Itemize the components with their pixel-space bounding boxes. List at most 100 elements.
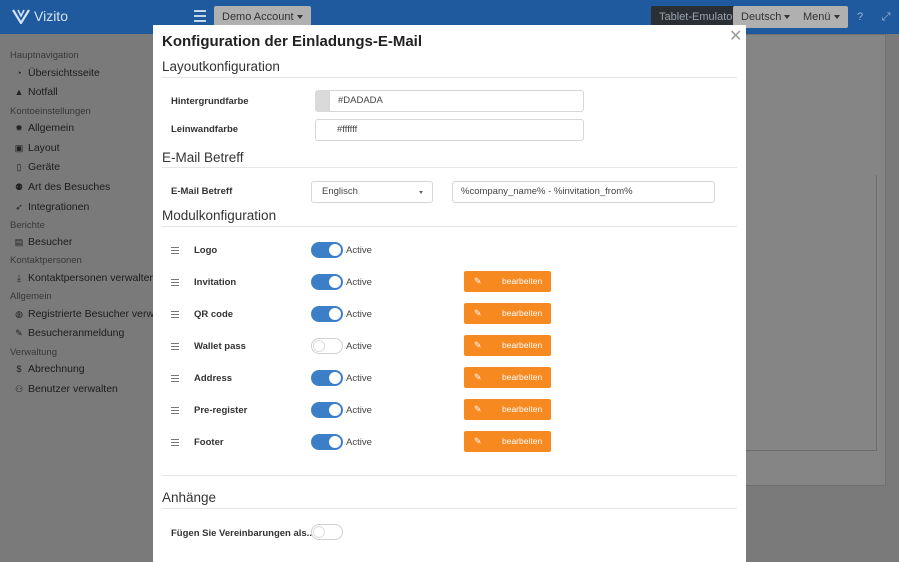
sidebar-item-label: Abrechnung [28, 363, 85, 375]
module-toggle-pre-register[interactable] [311, 402, 343, 418]
edit-button-invitation[interactable]: ✎ bearbeiten [464, 271, 551, 292]
module-status: Active [346, 277, 372, 288]
edit-button-label: bearbeiten [502, 340, 543, 350]
rocket-icon: ➶ [15, 202, 23, 212]
canvas-color-swatch[interactable] [315, 119, 329, 141]
menu-dropdown[interactable]: Menü [795, 6, 848, 28]
sidebar-item-label: Geräte [28, 161, 61, 173]
dashboard-icon: ◔ [16, 68, 22, 78]
sidebar-item-integrations[interactable]: ➶ Integrationen [14, 201, 89, 213]
module-name: QR code [194, 309, 234, 320]
edit-button-pre-register[interactable]: ✎ bearbeiten [464, 399, 551, 420]
modules-section-heading: Modulkonfiguration [162, 208, 277, 223]
edit-button-label: bearbeiten [502, 372, 543, 382]
module-toggle-address[interactable] [311, 370, 343, 386]
sidebar-item-overview[interactable]: ◔ Übersichtsseite [14, 67, 100, 79]
edit-icon: ✎ [474, 308, 482, 318]
pencil-icon: ✎ [15, 328, 23, 338]
module-status: Active [346, 309, 372, 320]
logo-text: Vizito [34, 8, 68, 24]
warning-icon: ▲ [14, 87, 24, 97]
divider [162, 508, 737, 509]
drag-handle-icon[interactable] [171, 279, 179, 286]
edit-icon: ✎ [474, 276, 482, 286]
background-color-label: Hintergrundfarbe [171, 96, 249, 107]
module-name: Pre-register [194, 405, 248, 416]
user-plus-icon: ⚇ [14, 384, 24, 394]
caret-down-icon [784, 15, 791, 20]
module-toggle-wallet-pass[interactable] [311, 338, 343, 354]
app-logo[interactable]: Vizito [12, 8, 68, 24]
modal-title: Konfiguration der Einladungs-E-Mail [162, 33, 422, 50]
sidebar-item-layout[interactable]: ▣ Layout [14, 142, 60, 154]
edit-button-footer[interactable]: ✎ bearbeiten [464, 431, 551, 452]
gear-icon: ✹ [15, 123, 23, 133]
drag-handle-icon[interactable] [171, 407, 179, 414]
email-config-modal: Konfiguration der Einladungs-E-Mail ✕ La… [153, 25, 746, 562]
module-name: Footer [194, 437, 224, 448]
sidebar-item-label: Layout [28, 142, 60, 154]
sidebar-item-visit-types[interactable]: ⚉ Art des Besuches [14, 181, 110, 193]
close-icon[interactable]: ✕ [729, 29, 742, 45]
background-color-swatch[interactable] [315, 90, 329, 112]
module-name: Invitation [194, 277, 237, 288]
edit-icon: ✎ [474, 372, 482, 382]
tablet-icon: ▯ [16, 162, 22, 172]
divider [162, 77, 737, 78]
module-status: Active [346, 405, 372, 416]
email-subject-input[interactable]: %company_name% - %invitation_from% [452, 181, 715, 203]
edit-icon: ✎ [474, 340, 482, 350]
module-toggle-qr-code[interactable] [311, 306, 343, 322]
hamburger-menu-icon[interactable] [194, 10, 206, 22]
help-icon[interactable]: ? [854, 11, 866, 23]
sidebar-item-label: Kontaktpersonen verwalten [28, 272, 156, 284]
edit-button-address[interactable]: ✎ bearbeiten [464, 367, 551, 388]
divider [162, 167, 737, 168]
sidebar-item-label: Besucheranmeldung [28, 327, 125, 339]
globe-icon: ◍ [15, 309, 23, 319]
caret-down-icon [419, 191, 423, 194]
module-name: Logo [194, 245, 218, 256]
drag-handle-icon[interactable] [171, 439, 179, 446]
sidebar-item-label: Integrationen [28, 201, 90, 213]
module-toggle-footer[interactable] [311, 434, 343, 450]
vizito-logo-icon [12, 9, 30, 24]
edit-button-label: bearbeiten [502, 404, 543, 414]
agreements-label: Fügen Sie Vereinbarungen als... [171, 528, 315, 539]
agreements-toggle[interactable] [311, 524, 343, 540]
sidebar-item-label: Übersichtsseite [28, 67, 100, 79]
sidebar-item-billing[interactable]: $ Abrechnung [14, 363, 85, 375]
sidebar-item-manage-contacts[interactable]: ⤓ Kontaktpersonen verwalten [14, 272, 155, 284]
image-icon: ▣ [14, 143, 24, 153]
sidebar-item-manage-users[interactable]: ⚇ Benutzer verwalten [14, 383, 118, 395]
sidebar-item-emergency[interactable]: ▲ Notfall [14, 86, 58, 98]
sidebar-section-title: Hauptnavigation [10, 50, 79, 61]
drag-handle-icon[interactable] [171, 375, 179, 382]
expand-icon[interactable]: ⤢ [880, 11, 892, 23]
edit-button-wallet-pass[interactable]: ✎ bearbeiten [464, 335, 551, 356]
sidebar-item-visitor-registration[interactable]: ✎ Besucheranmeldung [14, 327, 124, 339]
background-color-input[interactable]: #DADADA [329, 90, 584, 112]
dollar-icon: $ [16, 364, 22, 374]
sidebar-item-visitors[interactable]: ▤ Besucher [14, 236, 73, 248]
module-status: Active [346, 245, 372, 256]
module-toggle-invitation[interactable] [311, 274, 343, 290]
download-icon: ⤓ [17, 273, 21, 283]
drag-handle-icon[interactable] [171, 247, 179, 254]
edit-button-label: bearbeiten [502, 276, 543, 286]
module-status: Active [346, 437, 372, 448]
module-name: Wallet pass [194, 341, 246, 352]
sidebar-section-title: Kontaktpersonen [10, 255, 82, 266]
subject-language-select[interactable]: Englisch [311, 181, 433, 203]
sidebar-item-devices[interactable]: ▯ Geräte [14, 161, 61, 173]
sidebar-item-general[interactable]: ✹ Allgemein [14, 122, 74, 134]
sidebar-section-title: Allgemein [10, 291, 52, 302]
edit-button-qr-code[interactable]: ✎ bearbeiten [464, 303, 551, 324]
edit-button-label: bearbeiten [502, 436, 543, 446]
divider [162, 475, 737, 476]
canvas-color-input[interactable]: #ffffff [329, 119, 584, 141]
drag-handle-icon[interactable] [171, 343, 179, 350]
divider [162, 226, 737, 227]
module-toggle-logo[interactable] [311, 242, 343, 258]
drag-handle-icon[interactable] [171, 311, 179, 318]
